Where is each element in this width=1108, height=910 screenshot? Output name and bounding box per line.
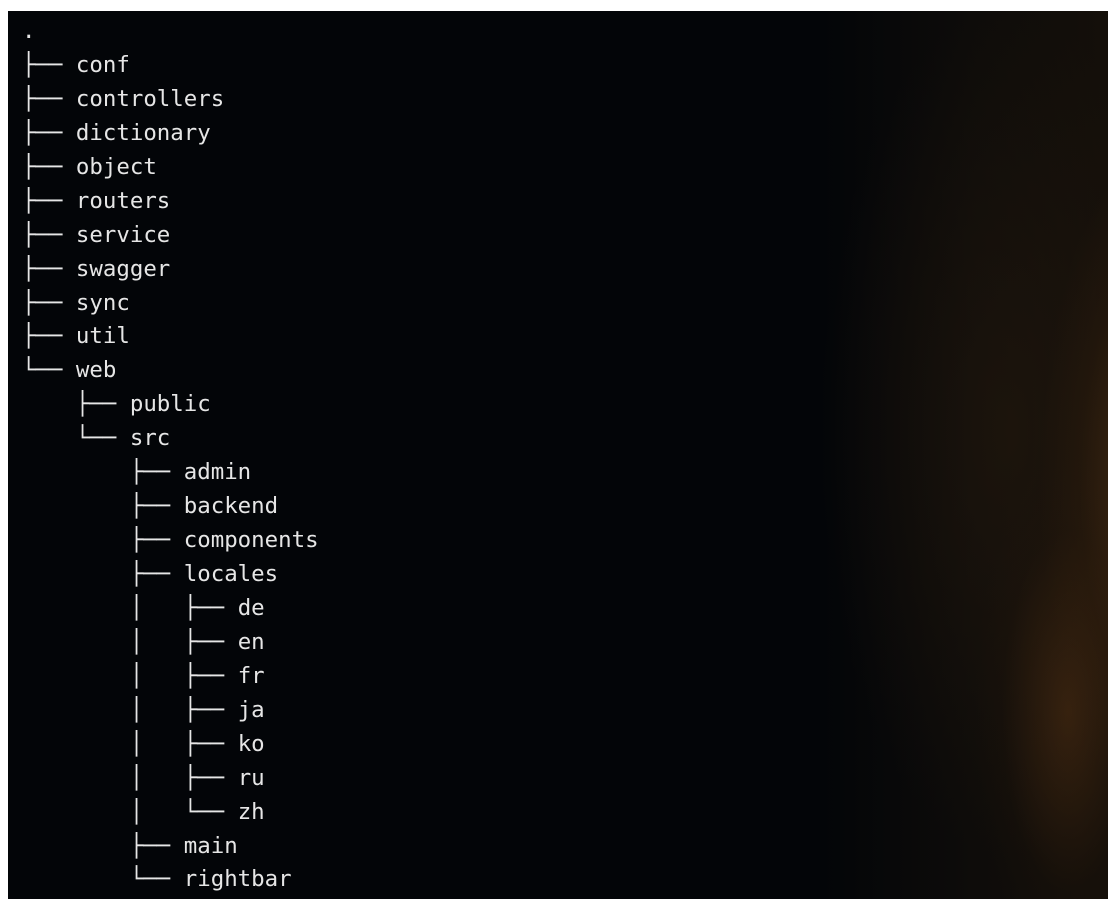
directory-name: components bbox=[183, 527, 319, 554]
tree-branch: ├── bbox=[22, 119, 76, 146]
tree-branch: ├── bbox=[22, 561, 184, 587]
tree-line: │ └── zh bbox=[22, 796, 319, 830]
tree-branch: ├── bbox=[22, 85, 76, 112]
tree-line: │ ├── ko bbox=[22, 728, 319, 762]
tree-branch: │ ├── bbox=[22, 662, 238, 689]
tree-branch: ├── bbox=[22, 527, 184, 554]
tree-line: └── src bbox=[22, 422, 319, 456]
directory-name: src bbox=[129, 425, 171, 452]
tree-branch: ├── bbox=[22, 289, 76, 316]
tree-branch: ├── bbox=[22, 493, 184, 520]
tree-branch: └── bbox=[22, 866, 184, 893]
tree-line: ├── admin bbox=[22, 456, 319, 490]
directory-name: ko bbox=[237, 730, 265, 757]
tree-line: └── web bbox=[22, 354, 319, 388]
directory-name: admin bbox=[183, 459, 252, 486]
directory-name: public bbox=[129, 391, 211, 418]
tree-branch: │ ├── bbox=[22, 594, 238, 621]
directory-name: conf bbox=[75, 51, 130, 78]
tree-line: ├── locales bbox=[22, 558, 319, 592]
directory-name: sync bbox=[75, 289, 130, 316]
tree-line: │ ├── fr bbox=[22, 660, 319, 694]
tree-line: ├── public bbox=[22, 388, 319, 422]
tree-branch: ├── bbox=[22, 153, 76, 180]
tree-line: ├── conf bbox=[22, 49, 319, 83]
terminal-window[interactable]: . ├── conf ├── controllers ├── dictionary ├─… bbox=[8, 11, 1108, 899]
tree-branch: ├── bbox=[22, 391, 130, 418]
tree-branch: └── bbox=[22, 357, 76, 384]
directory-name: web bbox=[75, 357, 117, 384]
tree-line: │ ├── ru bbox=[22, 762, 319, 796]
directory-name: locales bbox=[183, 561, 279, 587]
directory-name: controllers bbox=[75, 85, 225, 112]
tree-line: ├── dictionary bbox=[22, 117, 319, 151]
tree-line: ├── object bbox=[22, 151, 319, 185]
tree-line: └── rightbar bbox=[22, 863, 319, 897]
directory-name: fr bbox=[237, 662, 265, 689]
tree-branch: ├── bbox=[22, 221, 76, 248]
tree-line: ├── swagger bbox=[22, 253, 319, 287]
tree-branch: ├── bbox=[22, 832, 184, 859]
tree-line: ├── sync bbox=[22, 287, 319, 321]
tree-branch: │ ├── bbox=[22, 730, 238, 757]
tree-line: ├── controllers bbox=[22, 83, 319, 117]
tree-branch: │ ├── bbox=[22, 628, 238, 655]
directory-name: zh bbox=[237, 798, 265, 825]
directory-name: dictionary bbox=[75, 119, 211, 146]
directory-name: main bbox=[183, 832, 238, 859]
directory-tree-output: . ├── conf ├── controllers ├── dictionary ├─… bbox=[22, 15, 319, 897]
tree-root: . bbox=[22, 18, 36, 44]
tree-line: │ ├── en bbox=[22, 626, 319, 660]
tree-branch: ├── bbox=[22, 323, 76, 350]
tree-branch: │ ├── bbox=[22, 764, 238, 791]
tree-branch: │ └── bbox=[22, 798, 238, 825]
directory-name: routers bbox=[75, 187, 171, 214]
tree-line: │ ├── de bbox=[22, 592, 319, 626]
directory-name: ru bbox=[237, 764, 265, 791]
directory-name: backend bbox=[183, 493, 279, 520]
tree-line: ├── routers bbox=[22, 185, 319, 219]
tree-branch: ├── bbox=[22, 255, 76, 282]
directory-name: swagger bbox=[75, 255, 171, 282]
directory-name: en bbox=[237, 628, 265, 655]
tree-branch: └── bbox=[22, 425, 130, 452]
directory-name: rightbar bbox=[183, 866, 292, 893]
tree-line: │ ├── ja bbox=[22, 694, 319, 728]
tree-line: ├── components bbox=[22, 524, 319, 558]
tree-line: ├── util bbox=[22, 320, 319, 354]
directory-name: util bbox=[75, 323, 130, 350]
tree-line: ├── service bbox=[22, 219, 319, 253]
directory-name: service bbox=[75, 221, 171, 248]
directory-name: de bbox=[237, 594, 265, 621]
tree-branch: ├── bbox=[22, 51, 76, 78]
tree-branch: ├── bbox=[22, 187, 76, 214]
directory-name: object bbox=[75, 153, 157, 180]
tree-line: ├── main bbox=[22, 830, 319, 864]
directory-name: ja bbox=[237, 696, 265, 723]
tree-branch: │ ├── bbox=[22, 696, 238, 723]
tree-branch: ├── bbox=[22, 459, 184, 486]
tree-line: ├── backend bbox=[22, 490, 319, 524]
